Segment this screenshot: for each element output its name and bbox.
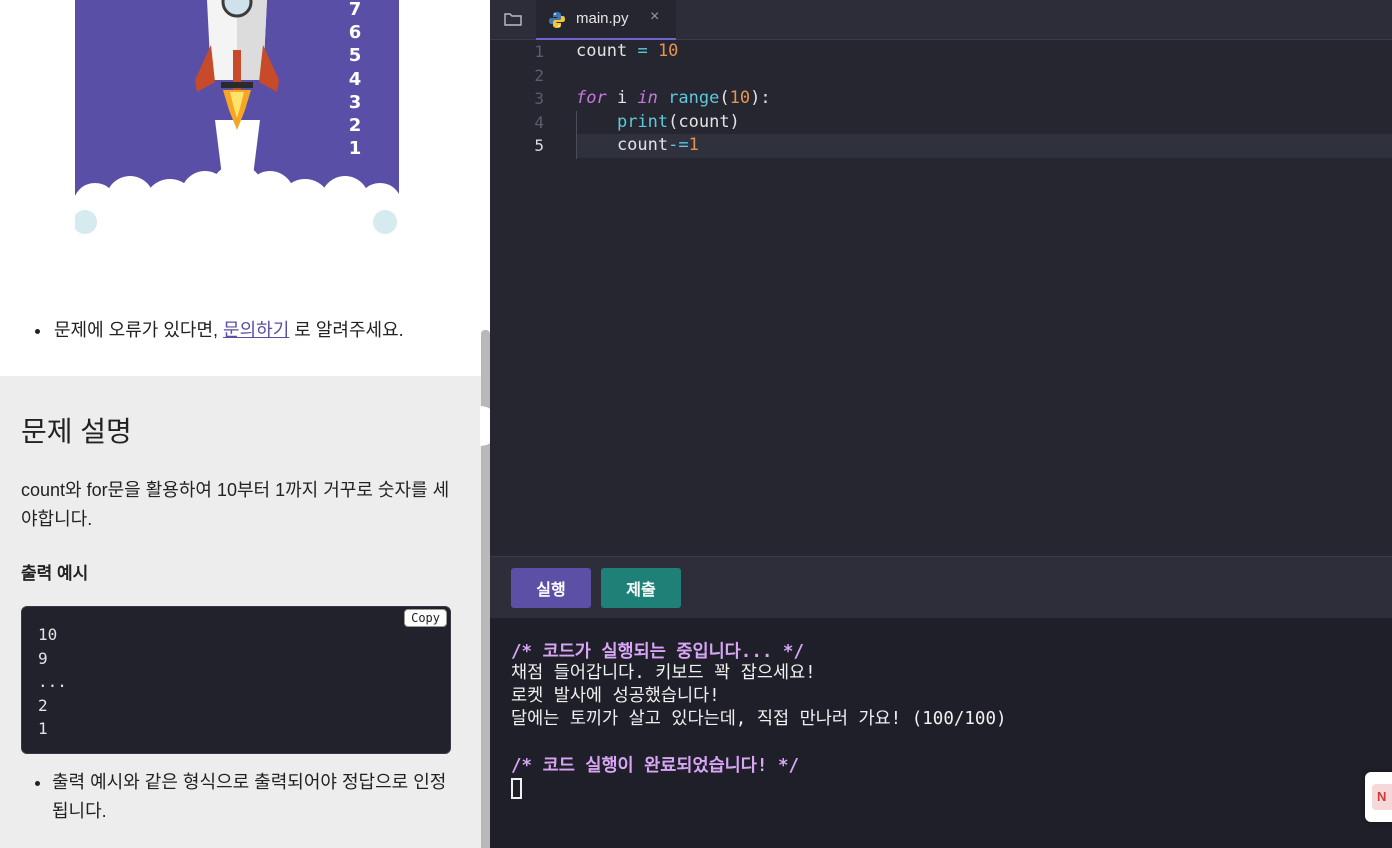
- rule-item: 출력 예시와 같은 형식으로 출력되어야 정답으로 인정됩니다.: [52, 768, 458, 826]
- description-text: count와 for문을 활용하여 10부터 1까지 거꾸로 숫자를 세야합니다…: [21, 480, 450, 529]
- terminal-output-line: 채점 들어갑니다. 키보드 꽉 잡으세요!: [511, 663, 816, 683]
- notice-item: 문제에 오류가 있다면, 문의하기 로 알려주세요.: [52, 316, 404, 344]
- code-operator: =: [637, 41, 648, 61]
- side-badge-label: N: [1372, 784, 1392, 810]
- code-line: 4 print(count): [490, 111, 1392, 135]
- tab-main-py[interactable]: main.py ×: [536, 0, 676, 40]
- example-output-lines: 10 9 ... 2 1: [38, 623, 67, 741]
- line-number: 1: [534, 42, 544, 61]
- code-editor[interactable]: 1 count = 10 2 3 for i in range(10): 4 p…: [490, 40, 1392, 556]
- example-line: 9: [38, 648, 48, 668]
- run-button[interactable]: 실행: [511, 568, 591, 608]
- line-number: 5: [534, 136, 544, 155]
- example-line: ...: [38, 672, 67, 691]
- line-number: 2: [534, 65, 544, 85]
- action-bar: 실행 제출: [490, 556, 1392, 618]
- countdown-number: 2: [348, 115, 362, 137]
- terminal-end-comment: /* 코드 실행이 완료되었습니다! */: [511, 756, 800, 776]
- folder-icon[interactable]: [504, 11, 522, 27]
- rule-list: 출력 예시와 같은 형식으로 출력되어야 정답으로 인정됩니다.: [28, 768, 458, 826]
- line-number: 3: [534, 89, 544, 108]
- output-terminal[interactable]: /* 코드가 실행되는 중입니다... */ 채점 들어갑니다. 키보드 꽉 잡…: [490, 618, 1392, 848]
- countdown-number: 5: [348, 45, 362, 67]
- code-keyword: in: [637, 88, 658, 108]
- code-number: 10: [657, 41, 679, 61]
- example-output-box: Copy 10 9 ... 2 1: [21, 606, 451, 754]
- code-function: range: [668, 88, 720, 108]
- example-line: 2: [38, 695, 48, 715]
- terminal-cursor: [511, 778, 522, 799]
- python-file-icon: [549, 12, 565, 28]
- terminal-output-line: 로켓 발사에 성공했습니다!: [511, 686, 720, 706]
- code-identifier: count: [576, 41, 628, 61]
- notice-text: 문제에 오류가 있다면,: [54, 320, 224, 340]
- countdown-number: 4: [348, 68, 362, 90]
- code-number: 1: [688, 135, 699, 155]
- code-operator: -=: [668, 135, 689, 155]
- inquiry-link[interactable]: 문의하기: [223, 320, 289, 340]
- code-line: 3 for i in range(10):: [490, 87, 1392, 111]
- example-line: 10: [38, 625, 58, 644]
- countdown-number: 6: [348, 22, 362, 44]
- notice-list: 문제에 오류가 있다면, 문의하기 로 알려주세요.: [28, 316, 404, 344]
- submit-button[interactable]: 제출: [601, 568, 681, 608]
- example-heading: 출력 예시: [21, 564, 89, 583]
- countdown-number: 1: [348, 138, 362, 160]
- code-line-3: for i in range(10):: [576, 88, 771, 108]
- line-number: 4: [534, 112, 544, 132]
- file-name: main.py: [576, 10, 629, 27]
- floating-side-badge[interactable]: N: [1365, 772, 1392, 822]
- code-line: 5 count-=1: [490, 134, 1392, 158]
- problem-panel: 7 6 5 4 3 2 1 문제에 오류가 있다면, 문의하기 로 알려주세요.…: [0, 0, 490, 848]
- code-number: 10: [729, 88, 751, 108]
- copy-button[interactable]: Copy: [404, 609, 447, 627]
- countdown-number: 7: [348, 0, 362, 20]
- terminal-start-comment: /* 코드가 실행되는 중입니다... */: [511, 642, 804, 662]
- code-line: 2: [490, 64, 1392, 88]
- code-keyword: for: [576, 88, 607, 108]
- problem-description: 문제 설명 count와 for문을 활용하여 10부터 1까지 거꾸로 숫자를…: [0, 376, 481, 848]
- code-line-5: count-=1: [576, 135, 699, 155]
- countdown-numbers: 7 6 5 4 3 2 1: [345, 0, 365, 160]
- description-title: 문제 설명: [21, 416, 132, 447]
- problem-illustration-area: 7 6 5 4 3 2 1 문제에 오류가 있다면, 문의하기 로 알려주세요.: [0, 0, 481, 376]
- code-function: print: [616, 111, 669, 132]
- example-line: 1: [38, 719, 48, 738]
- notice-suffix: 로 알려주세요.: [289, 320, 404, 340]
- terminal-output-line: 달에는 토끼가 살고 있다는데, 직접 만나러 가요! (100/100): [511, 709, 1007, 729]
- code-line-4: print(count): [616, 111, 740, 132]
- editor-tab-bar: main.py ×: [490, 0, 1392, 40]
- close-icon[interactable]: ×: [650, 8, 659, 26]
- code-line: 1 count = 10: [490, 40, 1392, 64]
- indent-guide: [576, 111, 577, 159]
- countdown-number: 3: [348, 91, 362, 113]
- code-line-1: count = 10: [576, 40, 678, 64]
- code-panel: main.py × 1 count = 10 2 3 for i in rang…: [490, 0, 1392, 848]
